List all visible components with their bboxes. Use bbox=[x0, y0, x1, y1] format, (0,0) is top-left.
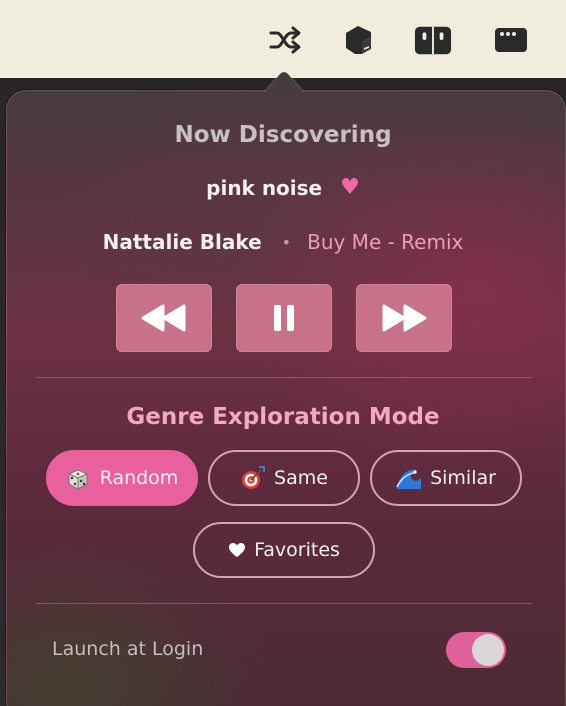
reader-icon[interactable] bbox=[414, 21, 452, 59]
song-title-link[interactable]: Buy Me - Remix bbox=[307, 230, 463, 254]
mode-similar-label: Similar bbox=[430, 467, 496, 489]
wave-icon bbox=[396, 465, 422, 491]
mode-favorites-label: Favorites bbox=[254, 539, 340, 561]
now-playing-details: Nattalie Blake • Buy Me - Remix bbox=[0, 230, 566, 254]
rewind-button[interactable] bbox=[116, 284, 212, 352]
rewind-icon bbox=[141, 304, 186, 332]
mode-favorites-button[interactable]: Favorites bbox=[193, 522, 375, 578]
mode-random-button[interactable]: Random bbox=[46, 450, 198, 506]
genre-section-title: Genre Exploration Mode bbox=[126, 404, 440, 430]
toggle-knob bbox=[472, 634, 504, 666]
pause-button[interactable] bbox=[236, 284, 332, 352]
favorite-heart-icon[interactable]: ♥ bbox=[340, 177, 360, 199]
target-icon bbox=[240, 465, 266, 491]
mode-same-label: Same bbox=[274, 467, 328, 489]
graduation-cap-icon[interactable] bbox=[339, 21, 377, 59]
separator-dot: • bbox=[281, 232, 292, 252]
fast-forward-button[interactable] bbox=[356, 284, 452, 352]
mode-same-button[interactable]: Same bbox=[208, 450, 360, 506]
mode-random-label: Random bbox=[99, 467, 179, 489]
divider bbox=[36, 377, 532, 378]
shuffle-icon[interactable] bbox=[266, 21, 304, 59]
menu-bar bbox=[0, 0, 566, 78]
now-playing-track: pink noise ♥ bbox=[0, 176, 566, 200]
fast-forward-icon bbox=[382, 304, 427, 332]
track-name: pink noise bbox=[206, 176, 323, 200]
mode-similar-button[interactable]: Similar bbox=[370, 450, 522, 506]
popover-title: Now Discovering bbox=[174, 122, 392, 148]
dice-icon bbox=[66, 465, 92, 491]
divider bbox=[36, 603, 532, 604]
popover-arrow bbox=[264, 71, 304, 92]
artist-name: Nattalie Blake bbox=[102, 230, 262, 254]
launch-at-login-toggle[interactable] bbox=[446, 632, 506, 668]
pause-icon bbox=[274, 305, 294, 331]
heart-icon bbox=[228, 542, 246, 558]
launch-at-login-label: Launch at Login bbox=[52, 638, 204, 660]
window-icon[interactable] bbox=[492, 21, 530, 59]
